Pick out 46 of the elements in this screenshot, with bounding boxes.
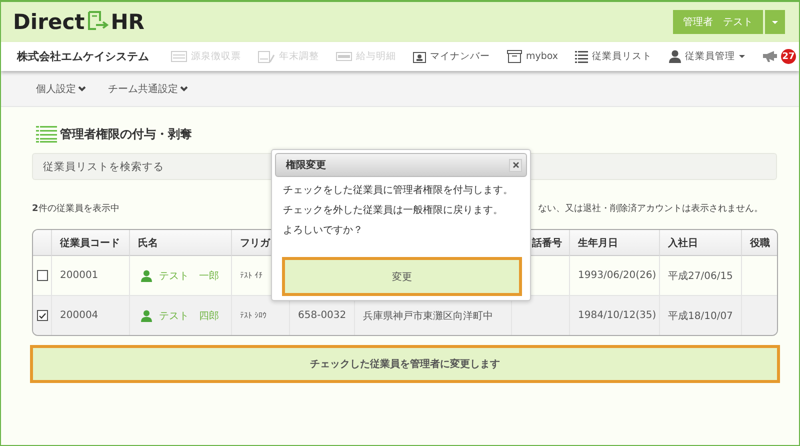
column-header: 役職 [742, 230, 777, 256]
nav-item[interactable]: mybox [507, 50, 558, 63]
dialog-title: 権限変更 [286, 158, 326, 172]
person-icon [141, 310, 152, 322]
id-card-icon [413, 50, 426, 62]
column-header: 生年月日 [570, 230, 660, 256]
table-cell: 200004 [52, 296, 130, 335]
confirm-button[interactable]: 変更 [282, 257, 522, 296]
chevron-down-icon [78, 86, 86, 92]
table-cell: 平成18/10/07 [660, 296, 742, 335]
megaphone-icon[interactable] [762, 51, 778, 62]
column-header: 従業員コード [52, 230, 130, 256]
card-icon [171, 51, 187, 62]
column-header: 入社日 [660, 230, 742, 256]
checkbox[interactable] [37, 310, 48, 321]
nav-item[interactable]: 従業員リスト [575, 50, 652, 63]
dialog-message: チェックをした従業員に管理者権限を付与します。 [283, 184, 514, 197]
page-title: 管理者権限の付与・剥奪 [60, 126, 192, 143]
table-cell: 1984/10/12(35) [570, 296, 660, 335]
box-icon [507, 50, 522, 63]
table-cell: ﾃｽﾄ ｼﾛｳ [232, 296, 290, 335]
card-icon [336, 52, 352, 61]
chevron-down-icon [180, 86, 188, 92]
document-pen-icon [258, 50, 275, 62]
dialog-message: チェックを外した従業員は一般権限に戻ります。 [283, 204, 504, 217]
subnav-menu[interactable]: 個人設定 [36, 82, 86, 96]
list-icon [575, 50, 588, 62]
submit-button[interactable]: チェックした従業員を管理者に変更します [30, 345, 780, 383]
column-header: 氏名 [130, 230, 232, 256]
subnav-menu[interactable]: チーム共通設定 [108, 82, 188, 96]
nav-item[interactable]: 従業員管理 [669, 50, 746, 63]
close-icon [512, 162, 518, 168]
person-icon [141, 270, 152, 282]
notification-badge: 27 [781, 49, 796, 64]
close-button[interactable] [509, 158, 522, 172]
list-icon [36, 126, 57, 143]
company-name: 株式会社エムケイシステム [17, 49, 149, 64]
result-count: 2件の従業員を表示中 [32, 202, 120, 215]
caret-icon [739, 55, 746, 58]
list-note: ない、又は退社・削除済アカウントは表示されません。 [538, 202, 763, 215]
checkbox[interactable] [37, 270, 48, 281]
person-icon [669, 50, 682, 63]
nav-item[interactable]: マイナンバー [413, 50, 490, 63]
caret-icon [772, 20, 778, 24]
logo-text: Direct [13, 10, 85, 34]
logo-text: HR [110, 10, 144, 34]
